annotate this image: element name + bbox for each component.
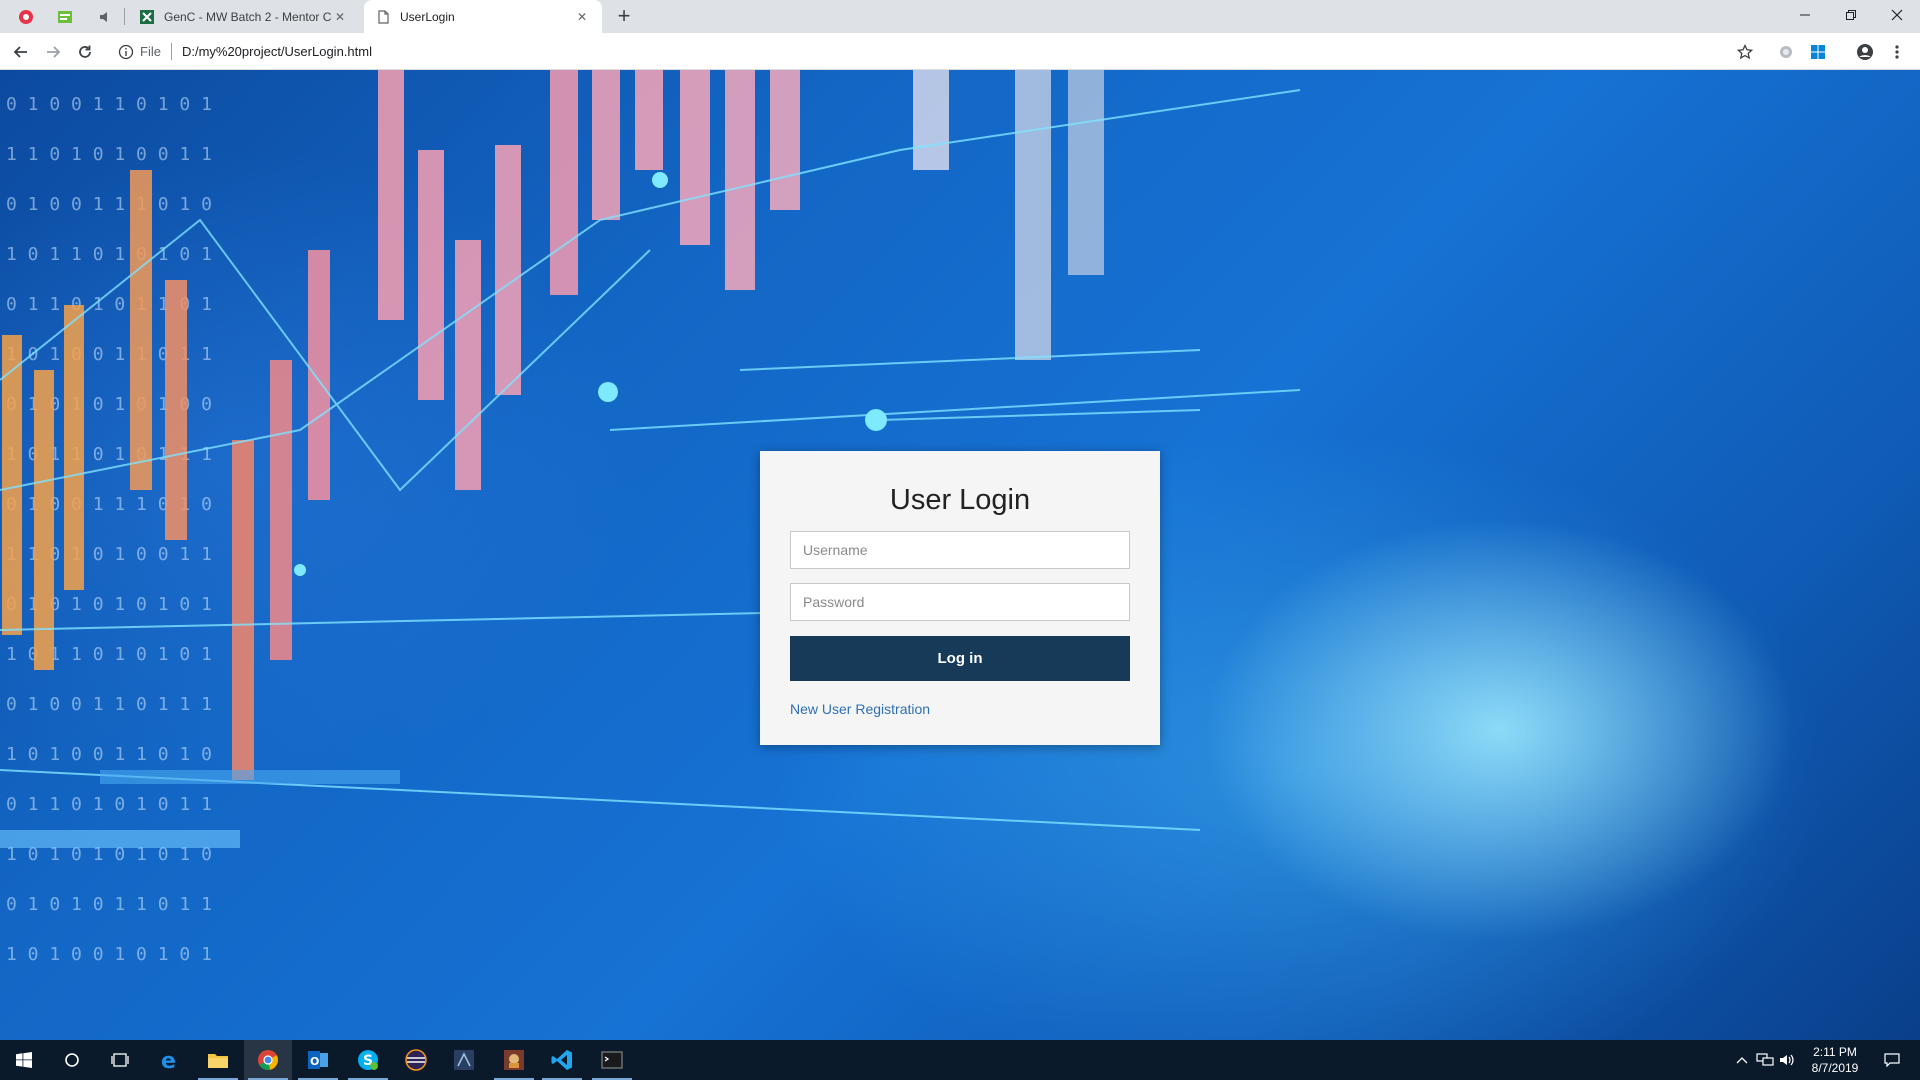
- extension-circle-icon: [1780, 46, 1792, 58]
- tab-close-icon[interactable]: ✕: [574, 10, 590, 24]
- forward-button[interactable]: [40, 39, 66, 65]
- tab-userlogin[interactable]: UserLogin ✕: [364, 0, 602, 33]
- reload-button[interactable]: [72, 39, 98, 65]
- pinned-tab-app[interactable]: [48, 0, 82, 33]
- star-icon: [1737, 44, 1753, 60]
- minimize-button[interactable]: [1782, 0, 1828, 30]
- vscode-icon: [551, 1050, 572, 1070]
- clock-date: 8/7/2019: [1811, 1061, 1859, 1075]
- taskbar-skype[interactable]: S: [344, 1040, 392, 1080]
- browser-toolbar: File D:/my%20project/UserLogin.html: [0, 33, 1920, 70]
- omnibox-divider: [170, 43, 172, 60]
- tab-genc[interactable]: GenC - MW Batch 2 - Mentor Co ✕: [128, 0, 360, 33]
- new-tab-button[interactable]: +: [612, 5, 636, 29]
- mute-icon: [100, 11, 107, 22]
- minimize-icon: [1800, 14, 1810, 16]
- task-view-icon: [111, 1053, 129, 1067]
- svg-text:O: O: [310, 1055, 319, 1068]
- taskbar-clock[interactable]: 2:11 PM 8/7/2019: [1792, 1044, 1878, 1076]
- login-button[interactable]: Log in: [790, 636, 1130, 681]
- chevron-up-icon: [1736, 1057, 1748, 1064]
- info-icon[interactable]: [118, 44, 134, 60]
- notification-icon: [1884, 1053, 1900, 1067]
- tab-strip: GenC - MW Batch 2 - Mentor Co ✕ UserLogi…: [0, 0, 1920, 33]
- taskbar-game[interactable]: [490, 1040, 538, 1080]
- tab-title: GenC - MW Batch 2 - Mentor Co: [164, 9, 332, 24]
- page-icon: [378, 9, 389, 24]
- account-icon: [1857, 44, 1873, 60]
- kebab-menu-icon: [1895, 45, 1899, 59]
- pinned-tab-muted[interactable]: [88, 0, 122, 33]
- excel-favicon-icon: [140, 9, 154, 24]
- game-icon: [504, 1050, 524, 1070]
- back-button[interactable]: [8, 39, 34, 65]
- skype-icon: S: [358, 1050, 378, 1070]
- tab-close-icon[interactable]: ✕: [332, 10, 348, 24]
- back-arrow-icon: [13, 46, 27, 58]
- login-title: User Login: [889, 484, 1031, 516]
- windows-start-icon: [16, 1052, 32, 1068]
- svg-text:0 1 0 1 0 1 1 0 1 1: 0 1 0 1 0 1 1 0 1 1: [6, 894, 212, 915]
- search-icon: [65, 1053, 79, 1067]
- file-explorer-icon: [208, 1054, 228, 1068]
- network-icon: [1756, 1053, 1774, 1066]
- taskbar-eclipse[interactable]: [392, 1040, 440, 1080]
- sql-icon: [454, 1050, 474, 1070]
- restore-button[interactable]: [1828, 0, 1874, 30]
- clock-time: 2:11 PM: [1813, 1045, 1857, 1059]
- extension-button[interactable]: [1773, 39, 1799, 65]
- taskbar-outlook[interactable]: O: [294, 1040, 342, 1080]
- username-input[interactable]: [790, 531, 1130, 569]
- windows-extension-button[interactable]: [1805, 39, 1831, 65]
- svg-text:0 1 0 0 1 1 0 1 0 1: 0 1 0 0 1 1 0 1 0 1: [6, 94, 212, 115]
- terminal-icon: [601, 1051, 623, 1069]
- windows-logo-icon: [1811, 45, 1825, 59]
- forward-arrow-icon: [47, 46, 61, 58]
- reload-icon: [79, 45, 91, 58]
- svg-text:1 0 1 0 0 1 0 1 0 1: 1 0 1 0 0 1 0 1 0 1: [6, 944, 212, 965]
- close-icon: [1891, 9, 1903, 21]
- tray-overflow[interactable]: [1732, 1040, 1752, 1080]
- page-background: 0 1 0 0 1 1 0 1 0 1 1 1 0 1 0 1 0 0 1 1 …: [0, 70, 1920, 1040]
- tray-network[interactable]: [1754, 1040, 1776, 1080]
- tab-title: UserLogin: [400, 9, 455, 24]
- app-icon: [58, 10, 72, 23]
- recorder-icon: [19, 9, 33, 24]
- new-user-registration-link[interactable]: New User Registration: [790, 701, 930, 717]
- edge-icon: e: [161, 1049, 176, 1071]
- svg-text:1 1 0 1 0 1 0 0 1 1: 1 1 0 1 0 1 0 0 1 1: [6, 144, 212, 165]
- svg-text:0 1 1 0 1 0 1 0 1 1: 0 1 1 0 1 0 1 0 1 1: [6, 794, 212, 815]
- svg-text:0 1 0 0 1 1 0 1 1 1: 0 1 0 0 1 1 0 1 1 1: [6, 694, 212, 715]
- close-window-button[interactable]: [1874, 0, 1920, 30]
- svg-text:e: e: [161, 1049, 176, 1071]
- scheme-label: File: [140, 44, 161, 59]
- taskbar-file-explorer[interactable]: [194, 1040, 242, 1080]
- taskbar-chrome[interactable]: [244, 1040, 292, 1080]
- bookmark-button[interactable]: [1732, 39, 1758, 65]
- windows-taskbar: e O S 2:11 PM 8/7/2019: [0, 1040, 1920, 1080]
- login-card: User Login Log in New User Registration: [760, 451, 1160, 745]
- taskbar-terminal[interactable]: [588, 1040, 636, 1080]
- eclipse-icon: [405, 1049, 427, 1071]
- action-center-button[interactable]: [1872, 1040, 1912, 1080]
- svg-text:1 0 1 0 0 1 1 0 1 0: 1 0 1 0 0 1 1 0 1 0: [6, 744, 212, 765]
- svg-text:0 1 0 0 1 1 1 0 1 0: 0 1 0 0 1 1 1 0 1 0: [6, 194, 212, 215]
- tab-separator: [124, 8, 125, 25]
- pinned-tab-recorder[interactable]: [9, 0, 43, 33]
- taskbar-sql[interactable]: [440, 1040, 488, 1080]
- svg-text:1 0 1 1 0 1 0 1 0 1: 1 0 1 1 0 1 0 1 0 1: [6, 244, 212, 265]
- restore-icon: [1846, 10, 1856, 20]
- task-view-button[interactable]: [96, 1040, 144, 1080]
- url-text[interactable]: D:/my%20project/UserLogin.html: [182, 44, 372, 59]
- password-input[interactable]: [790, 583, 1130, 621]
- outlook-icon: O: [308, 1051, 328, 1069]
- taskbar-vscode[interactable]: [538, 1040, 586, 1080]
- chrome-icon: [258, 1050, 278, 1070]
- start-button[interactable]: [0, 1040, 48, 1080]
- taskbar-search[interactable]: [48, 1040, 96, 1080]
- profile-button[interactable]: [1852, 39, 1878, 65]
- address-bar[interactable]: File D:/my%20project/UserLogin.html: [112, 37, 1742, 66]
- menu-button[interactable]: [1884, 39, 1910, 65]
- taskbar-edge[interactable]: e: [146, 1040, 194, 1080]
